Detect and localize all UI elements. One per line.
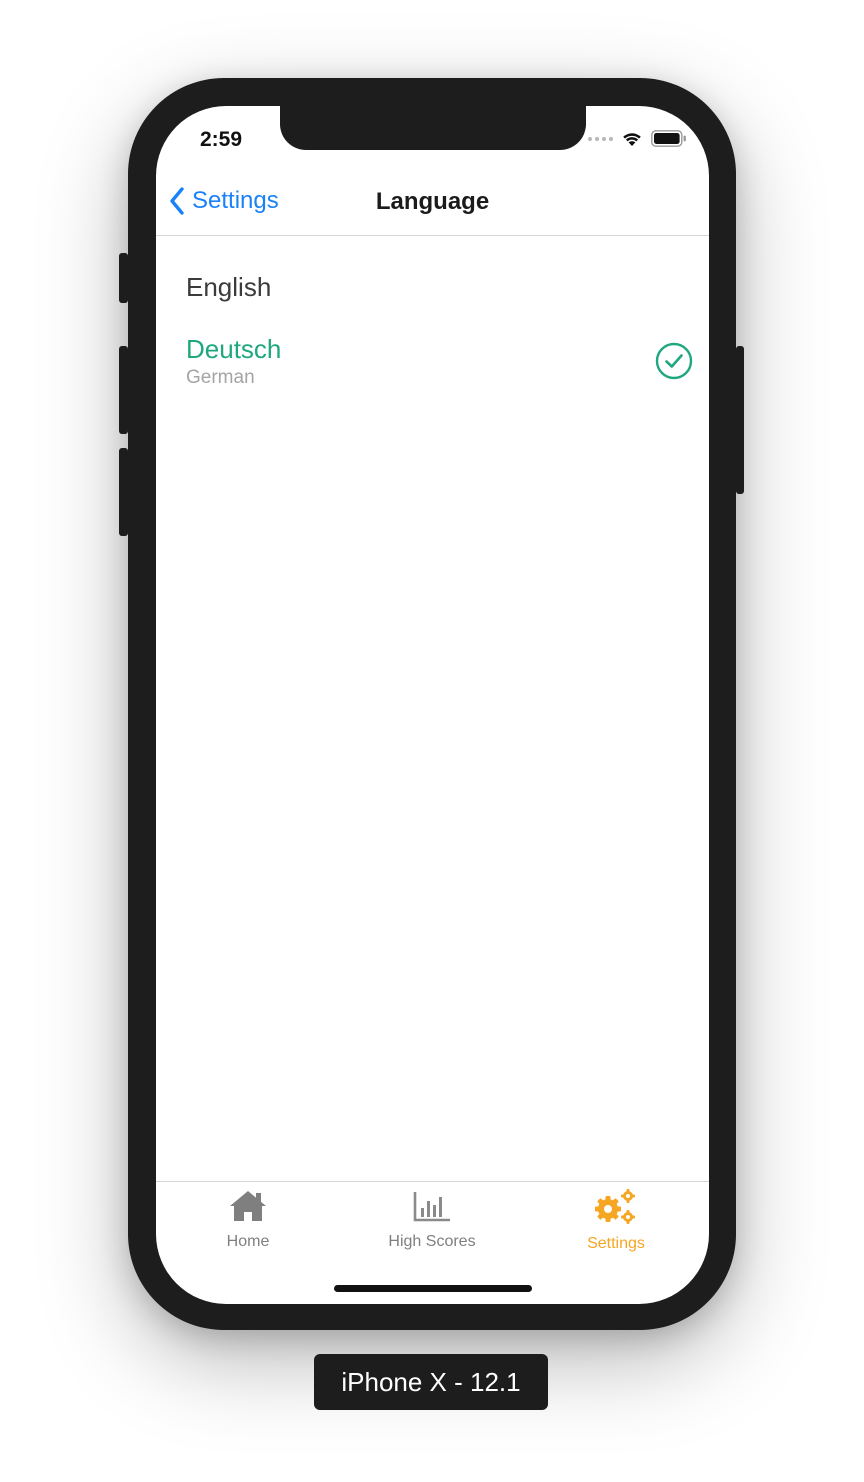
power-button [736, 346, 744, 494]
battery-icon [651, 130, 686, 147]
screen: 2:59 Settings Language English Deutsch G… [156, 106, 709, 1304]
home-indicator [334, 1285, 532, 1292]
status-icons [588, 130, 687, 147]
language-subtitle: German [186, 367, 255, 388]
checkmark-circle-icon [655, 342, 693, 380]
gears-icon [595, 1189, 635, 1224]
tab-settings[interactable]: Settings [536, 1188, 696, 1253]
tab-high-scores[interactable]: High Scores [352, 1188, 512, 1251]
volume-up-button [119, 346, 128, 434]
volume-down-button [119, 448, 128, 536]
page-title: Language [375, 188, 490, 215]
language-row-deutsch[interactable]: Deutsch [186, 334, 281, 365]
language-row-english[interactable]: English [186, 272, 271, 303]
status-time: 2:59 [200, 128, 243, 151]
navigation-bar: Settings Language [156, 170, 709, 236]
tab-settings-label: Settings [587, 1235, 645, 1252]
tab-bar: Home High Scores Settings [156, 1181, 709, 1272]
notch [280, 106, 586, 150]
device-label: iPhone X - 12.1 [314, 1354, 548, 1410]
tab-home[interactable]: Home [168, 1188, 328, 1251]
bar-chart-icon [413, 1192, 450, 1222]
mute-switch [119, 253, 128, 303]
wifi-icon [623, 133, 641, 146]
tab-home-label: Home [226, 1233, 270, 1250]
tab-high-scores-label: High Scores [388, 1233, 476, 1250]
signal-icon [588, 136, 613, 141]
home-icon [230, 1191, 266, 1221]
